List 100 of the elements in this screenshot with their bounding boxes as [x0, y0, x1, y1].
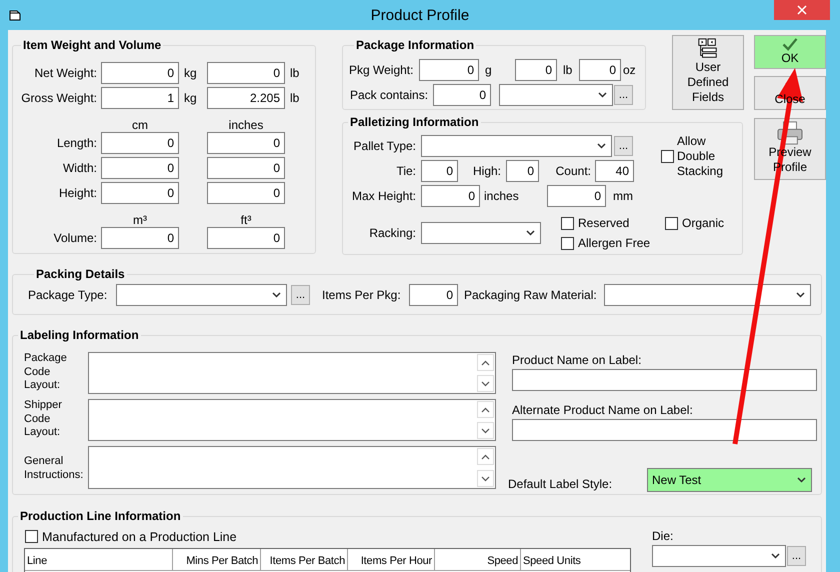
checkbox[interactable]: [665, 216, 678, 230]
dropdown[interactable]: [421, 222, 541, 244]
fields-button[interactable]: User Defined Fields: [672, 35, 744, 110]
field-label: Package Code Layout:: [24, 352, 68, 393]
input-field[interactable]: [512, 419, 817, 441]
column-header[interactable]: Speed Units: [521, 549, 630, 570]
text-area[interactable]: [88, 446, 496, 489]
field-label: Count:: [554, 164, 592, 178]
caret-icon: [598, 92, 607, 98]
input-field[interactable]: 0: [101, 157, 179, 179]
dropdown[interactable]: [499, 84, 613, 106]
column-header: inches: [228, 118, 264, 132]
close-button[interactable]: [774, 0, 830, 20]
input-field[interactable]: 0: [547, 185, 606, 207]
dropdown[interactable]: [116, 284, 287, 306]
field-label: g: [484, 63, 493, 77]
scroll-down-button[interactable]: [477, 422, 494, 439]
caret-icon: [796, 292, 805, 298]
field-label: lb: [289, 91, 300, 105]
checkbox-label: Reserved: [578, 216, 630, 230]
input-field[interactable]: 0: [207, 132, 285, 154]
group-title: Production Line Information: [18, 509, 183, 523]
field-label: inches: [483, 189, 520, 203]
chevron-down-icon: [481, 380, 490, 386]
input-field[interactable]: 0: [419, 59, 479, 81]
input-field[interactable]: 0: [101, 227, 179, 249]
browse-button[interactable]: ...: [614, 85, 633, 105]
checkbox[interactable]: [561, 216, 574, 230]
input-field[interactable]: 0: [421, 185, 480, 207]
input-field[interactable]: 0: [101, 132, 179, 154]
field-label: Product Name on Label:: [511, 353, 642, 367]
input-field[interactable]: 0: [506, 160, 539, 182]
field-label: Racking:: [368, 226, 417, 240]
scroll-up-button[interactable]: [477, 354, 494, 371]
checkbox[interactable]: [661, 150, 674, 163]
browse-button[interactable]: ...: [291, 285, 310, 305]
input-field[interactable]: 40: [595, 160, 634, 182]
input-field[interactable]: 0: [207, 182, 285, 204]
column-header: ft³: [240, 213, 252, 227]
column-header[interactable]: Items Per Batch: [261, 549, 348, 570]
chevron-down-icon: [481, 428, 490, 434]
field-label: Default Label Style:: [508, 477, 614, 492]
checkbox-label: Organic: [682, 216, 724, 230]
field-label: Pkg Weight:: [349, 63, 414, 77]
group-title: Package Information: [354, 38, 476, 52]
caret-icon: [771, 553, 780, 559]
dropdown[interactable]: New Test: [647, 468, 812, 492]
input-field[interactable]: 0: [421, 160, 458, 182]
field-label: Die:: [652, 529, 674, 543]
column-header[interactable]: Mins Per Batch: [173, 549, 261, 570]
input-field[interactable]: 0: [101, 62, 179, 84]
window-icon: [9, 10, 21, 20]
text-area[interactable]: [88, 352, 496, 394]
input-field[interactable]: 0: [433, 84, 491, 106]
ok-button[interactable]: OK: [754, 35, 826, 69]
input-field[interactable]: 0: [207, 157, 285, 179]
browse-button[interactable]: ...: [614, 136, 633, 156]
scroll-up-button[interactable]: [477, 448, 494, 465]
chevron-down-icon: [481, 476, 490, 482]
dropdown[interactable]: [421, 135, 612, 157]
field-label: Length:: [56, 136, 98, 150]
field-label: Gross Weight:: [20, 91, 98, 105]
input-field[interactable]: 0: [101, 182, 179, 204]
dropdown[interactable]: [652, 545, 786, 567]
input-field[interactable]: 2.205: [207, 87, 285, 109]
dropdown[interactable]: [604, 284, 811, 306]
scroll-down-button[interactable]: [477, 470, 494, 487]
input-field[interactable]: 0: [515, 59, 557, 81]
column-header[interactable]: Speed: [435, 549, 521, 570]
chevron-up-icon: [481, 360, 490, 366]
input-field[interactable]: [512, 369, 817, 391]
input-field[interactable]: 0: [207, 62, 285, 84]
group-title: Packing Details: [34, 267, 127, 281]
scroll-down-button[interactable]: [477, 375, 494, 392]
scroll-up-button[interactable]: [477, 401, 494, 418]
field-label: Alternate Product Name on Label:: [511, 403, 694, 417]
group-title: Labeling Information: [18, 328, 141, 342]
field-label: Pack contains:: [350, 88, 430, 102]
input-field[interactable]: 0: [207, 227, 285, 249]
field-label: Tie:: [395, 164, 417, 178]
checkmark-icon: [781, 38, 799, 51]
field-label: General Instructions:: [24, 454, 84, 482]
field-label: Width:: [62, 161, 98, 175]
checkbox-label: Manufactured on a Production Line: [42, 530, 237, 544]
field-label: High:: [472, 164, 502, 178]
field-label: Packaging Raw Material:: [464, 288, 598, 302]
input-field[interactable]: 0: [579, 59, 621, 81]
column-header[interactable]: Line: [25, 549, 173, 570]
input-field[interactable]: 0: [409, 284, 458, 306]
checkbox[interactable]: [25, 530, 38, 543]
caret-icon: [526, 230, 535, 236]
checkbox[interactable]: [561, 236, 574, 250]
column-header[interactable]: Items Per Hour: [348, 549, 435, 570]
field-label: Volume:: [52, 231, 98, 245]
text-area[interactable]: [88, 399, 496, 441]
browse-button[interactable]: ...: [787, 546, 806, 566]
caret-icon: [597, 143, 606, 149]
input-field[interactable]: 1: [101, 87, 179, 109]
group-title: Item Weight and Volume: [21, 38, 164, 52]
chevron-up-icon: [481, 406, 490, 412]
